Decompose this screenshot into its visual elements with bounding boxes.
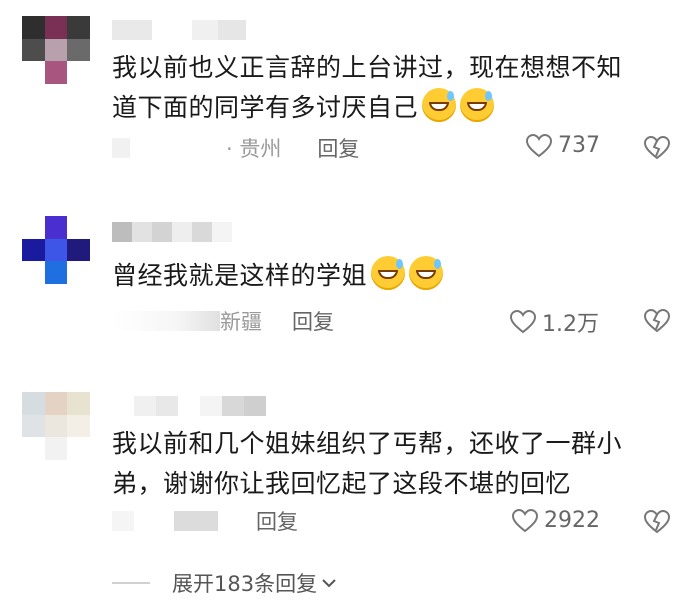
grinning-sweat-emoji-icon [371,256,406,290]
heart-outline-icon [512,508,538,532]
reply-button[interactable]: 回复 [256,506,298,536]
avatar[interactable] [22,392,90,460]
comment-line: 我以前也义正言辞的上台讲过，现在想想不知 [112,53,623,82]
broken-heart-icon[interactable] [643,510,671,534]
comment-text: 我以前和几个姐妹组织了丐帮，还收了一群小 弟，谢谢你让我回忆起了这段不堪的回忆 [112,424,672,504]
comment-line: 道下面的同学有多讨厌自己 [112,93,419,122]
grinning-sweat-emoji-icon [422,88,457,122]
heart-outline-icon [526,133,552,157]
grinning-sweat-emoji-icon [409,256,444,290]
like-count: 2922 [544,508,600,533]
comment-line: 我以前和几个姐妹组织了丐帮，还收了一群小 [112,429,623,458]
like-button[interactable]: 737 [526,133,600,158]
username-blurred[interactable] [112,20,246,40]
chevron-down-icon [322,579,336,588]
broken-heart-icon[interactable] [643,309,671,333]
location-label: 新疆 [220,306,262,336]
time-blurred [112,138,130,158]
reply-button[interactable]: 回复 [292,306,334,336]
divider-line [112,582,150,584]
time-blurred [112,511,134,531]
avatar[interactable] [22,216,90,284]
comment-line: 弟，谢谢你让我回忆起了这段不堪的回忆 [112,469,572,498]
like-count: 1.2万 [542,312,599,337]
comment-line: 曾经我就是这样的学姐 [112,261,368,290]
reply-button[interactable]: 回复 [317,133,359,163]
like-button[interactable]: 2922 [512,508,600,533]
avatar[interactable] [22,16,90,84]
expand-replies-button[interactable]: 展开183条回复 [112,568,337,598]
broken-heart-icon[interactable] [643,136,671,160]
comment-text: 我以前也义正言辞的上台讲过，现在想想不知 道下面的同学有多讨厌自己 [112,48,672,128]
comment-meta: 新疆 回复 [112,306,334,336]
location-blurred [174,511,218,531]
heart-outline-icon [510,310,536,334]
expand-replies-label: 展开183条回复 [172,572,318,596]
comment-meta: 回复 [112,506,298,536]
like-count: 737 [558,133,600,158]
username-blurred[interactable] [112,396,266,416]
like-button[interactable]: 1.2万 [510,306,599,338]
comment-line-with-emoji: 曾经我就是这样的学姐 [112,256,672,296]
comment-line-with-emoji: 道下面的同学有多讨厌自己 [112,88,672,128]
time-blurred [112,311,220,331]
location-label: · 贵州 [226,137,282,161]
comment-meta: · 贵州 回复 [112,133,359,163]
location-text: 新疆 [220,310,262,334]
location-text: 贵州 [239,137,282,161]
comment-text: 曾经我就是这样的学姐 [112,256,672,296]
grinning-sweat-emoji-icon [460,88,495,122]
username-blurred[interactable] [112,222,232,242]
